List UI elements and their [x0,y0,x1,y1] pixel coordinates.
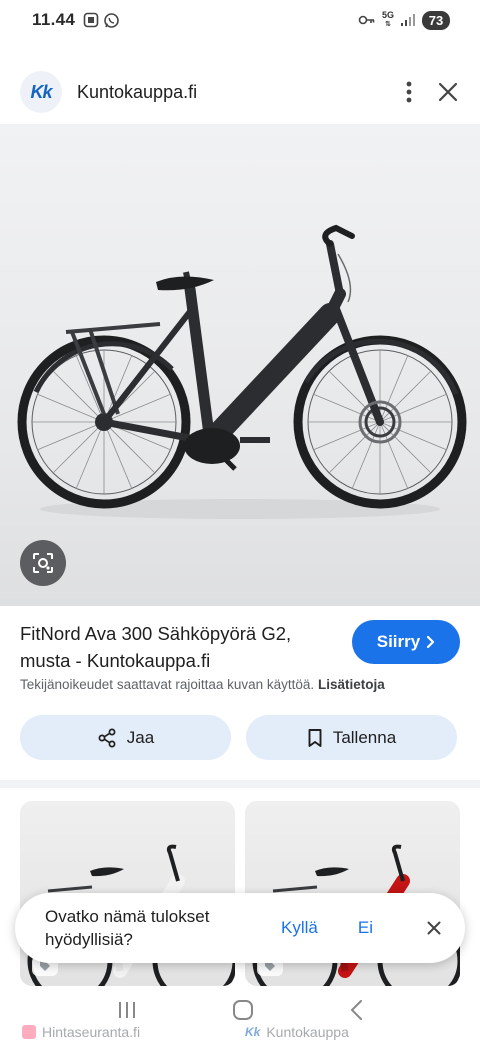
feedback-popup: Ovatko nämä tulokset hyödyllisiä? Kyllä … [15,893,465,963]
battery-indicator: 73 [422,10,450,30]
share-icon [98,728,116,747]
lens-button[interactable] [20,540,66,586]
source-header: Kk Kuntokauppa.fi [0,58,480,126]
section-divider [0,780,480,788]
network-label: 5G [381,10,394,20]
close-icon [427,921,441,935]
qr-icon [83,12,99,28]
recents-icon[interactable] [117,1001,137,1019]
site-logo-text: Kk [30,81,52,102]
result-title[interactable]: FitNord Ava 300 Sähköpyörä G2, musta - K… [20,620,340,674]
status-bar: 11.44 5G ⇅ 73 [0,0,480,40]
save-button[interactable]: Tallenna [246,715,457,760]
more-vert-icon[interactable] [406,81,412,103]
share-button[interactable]: Jaa [20,715,231,760]
bookmark-icon [308,728,322,747]
chevron-right-icon [427,635,435,649]
feedback-no-button[interactable]: Ei [358,918,373,938]
key-icon [358,15,375,25]
result-image[interactable] [0,124,480,606]
more-info-link[interactable]: Lisätietoja [318,677,385,692]
copyright-text: Tekijänoikeudet saattavat rajoittaa kuva… [20,677,315,692]
feedback-close-button[interactable] [427,921,441,935]
bike-image [17,224,467,519]
visit-button-label: Siirry [376,632,421,651]
status-time: 11.44 [32,10,76,29]
close-icon[interactable] [438,82,458,102]
result-title-row: FitNord Ava 300 Sähköpyörä G2, musta - K… [20,620,460,674]
system-nav-bar [0,990,480,1030]
save-label: Tallenna [332,727,397,747]
visit-button[interactable]: Siirry [352,620,460,664]
copyright-notice: Tekijänoikeudet saattavat rajoittaa kuva… [20,677,385,692]
back-icon[interactable] [349,999,363,1021]
signal-icon [401,14,415,26]
whatsapp-icon [104,12,119,28]
status-system-icons: 5G ⇅ 73 [358,10,450,30]
lens-icon [33,553,53,573]
home-icon[interactable] [232,999,254,1021]
network-type: 5G ⇅ [381,10,394,29]
feedback-yes-button[interactable]: Kyllä [281,918,318,938]
site-logo[interactable]: Kk [20,71,62,113]
feedback-question: Ovatko nämä tulokset hyödyllisiä? [45,907,210,949]
share-label: Jaa [126,727,155,747]
status-notification-icons [83,12,120,29]
site-name[interactable]: Kuntokauppa.fi [77,82,197,103]
